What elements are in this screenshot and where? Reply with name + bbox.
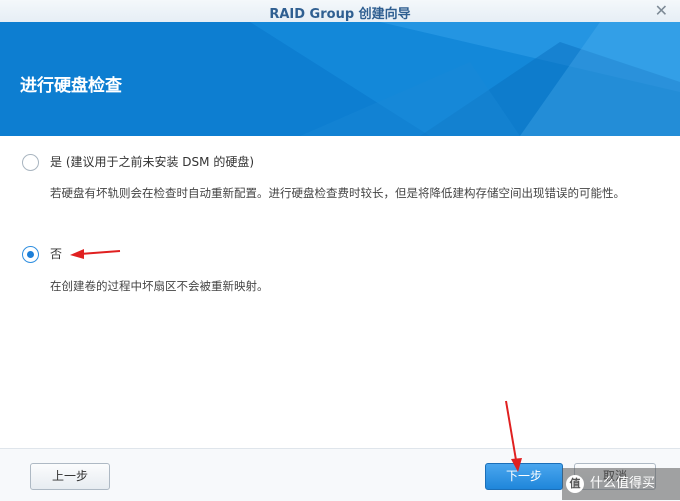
option-no-label: 否 bbox=[50, 247, 63, 261]
title-bar: RAID Group 创建向导 ✕ bbox=[0, 0, 680, 23]
radio-no[interactable] bbox=[22, 246, 39, 263]
close-icon[interactable]: ✕ bbox=[655, 1, 668, 21]
window-title: RAID Group 创建向导 bbox=[269, 7, 411, 22]
option-yes-description: 若硬盘有坏轨则会在检查时自动重新配置。进行硬盘检查费时较长，但是将降低建构存储空… bbox=[50, 186, 625, 200]
option-yes-label: 是 (建议用于之前未安装 DSM 的硬盘) bbox=[50, 155, 255, 169]
option-no-description: 在创建卷的过程中坏扇区不会被重新映射。 bbox=[50, 279, 269, 293]
prev-button[interactable]: 上一步 bbox=[30, 463, 110, 490]
watermark-text: 什么值得买 bbox=[590, 476, 656, 491]
page-title: 进行硬盘检查 bbox=[20, 76, 122, 96]
annotation-arrow-icon bbox=[70, 249, 121, 259]
header-banner: 进行硬盘检查 bbox=[0, 22, 680, 136]
watermark-logo: 值 bbox=[566, 475, 584, 493]
next-button[interactable]: 下一步 bbox=[485, 463, 563, 490]
radio-yes[interactable] bbox=[22, 154, 39, 171]
watermark: 值 什么值得买 bbox=[562, 468, 680, 500]
